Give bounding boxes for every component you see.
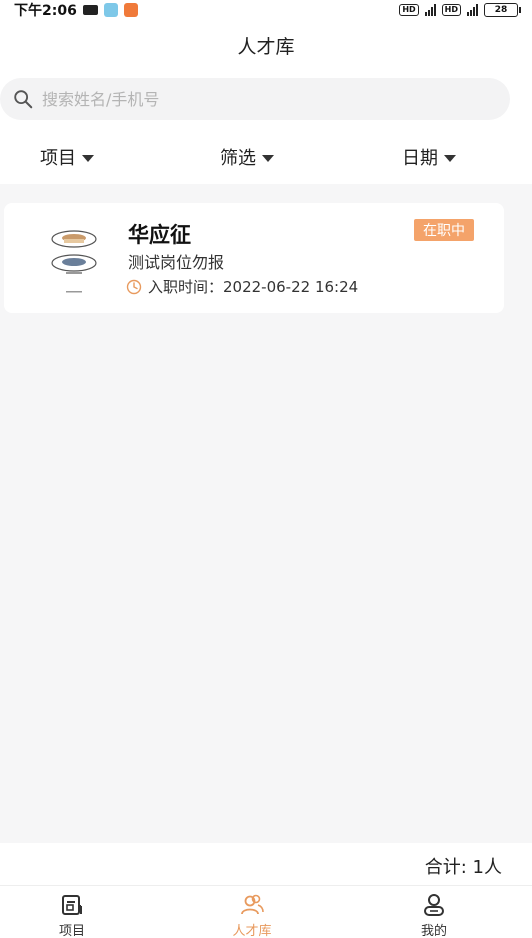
profile-icon [424,894,444,916]
filter-date[interactable]: 日期 [402,144,456,170]
app-notification-icon [103,3,118,17]
talent-position: 测试岗位勿报 [128,253,225,272]
hd-icon-2: HD [441,4,461,16]
tab-profile[interactable]: 我的 [394,892,474,938]
talent-icon [241,894,264,915]
signal-icon-2 [467,4,478,16]
search-icon [14,90,33,109]
talent-card[interactable]: 华应征 在职中 测试岗位勿报 入职时间：2022-06-22 16:24 [4,203,504,313]
total-count: 合计: 1人 [424,857,502,878]
search-input[interactable] [42,89,442,109]
tab-profile-label: 我的 [420,924,447,938]
filter-date-label: 日期 [402,148,438,169]
signal-icon [424,4,436,16]
avatar [38,219,110,299]
caret-down-icon [262,154,274,162]
caret-down-icon [444,154,456,162]
search-box[interactable] [0,78,510,120]
page-header: 人才库 [0,20,532,70]
search-area [0,70,532,128]
bottom-tab-bar: 项目 人才库 我的 [0,885,532,938]
caret-down-icon [82,154,94,162]
project-icon [62,895,82,915]
hd-icon: HD [399,4,419,16]
total-bar: 合计: 1人 [0,843,532,885]
tab-project[interactable]: 项目 [32,892,112,938]
join-time-text: 入职时间：2022-06-22 16:24 [148,278,359,296]
join-time: 入职时间：2022-06-22 16:24 [126,276,358,297]
tab-talent-label: 人才库 [232,924,272,938]
filter-project[interactable]: 项目 [40,144,94,170]
page-title: 人才库 [237,35,295,58]
status-right: HD HD 28 [399,3,521,17]
tab-talent[interactable]: 人才库 [212,892,292,938]
talent-pool-screen: 下午2:06 HD HD 28 人才库 项目 [0,0,532,938]
status-left: 下午2:06 [14,0,138,20]
battery-level: 28 [494,5,508,15]
status-time: 下午2:06 [14,3,77,19]
message-notification-icon [82,5,98,15]
battery-icon: 28 [484,3,521,17]
filter-screening-label: 筛选 [220,148,256,169]
filter-screening[interactable]: 筛选 [220,144,274,170]
app-notification-icon-2 [123,3,138,17]
tab-project-label: 项目 [58,924,85,938]
talent-name: 华应征 [128,223,191,247]
filter-bar: 项目 筛选 日期 [0,128,532,184]
status-badge: 在职中 [414,219,474,241]
filter-project-label: 项目 [40,148,76,169]
status-badge-label: 在职中 [423,223,465,239]
status-bar: 下午2:06 HD HD 28 [0,0,532,20]
clock-icon [126,279,142,294]
